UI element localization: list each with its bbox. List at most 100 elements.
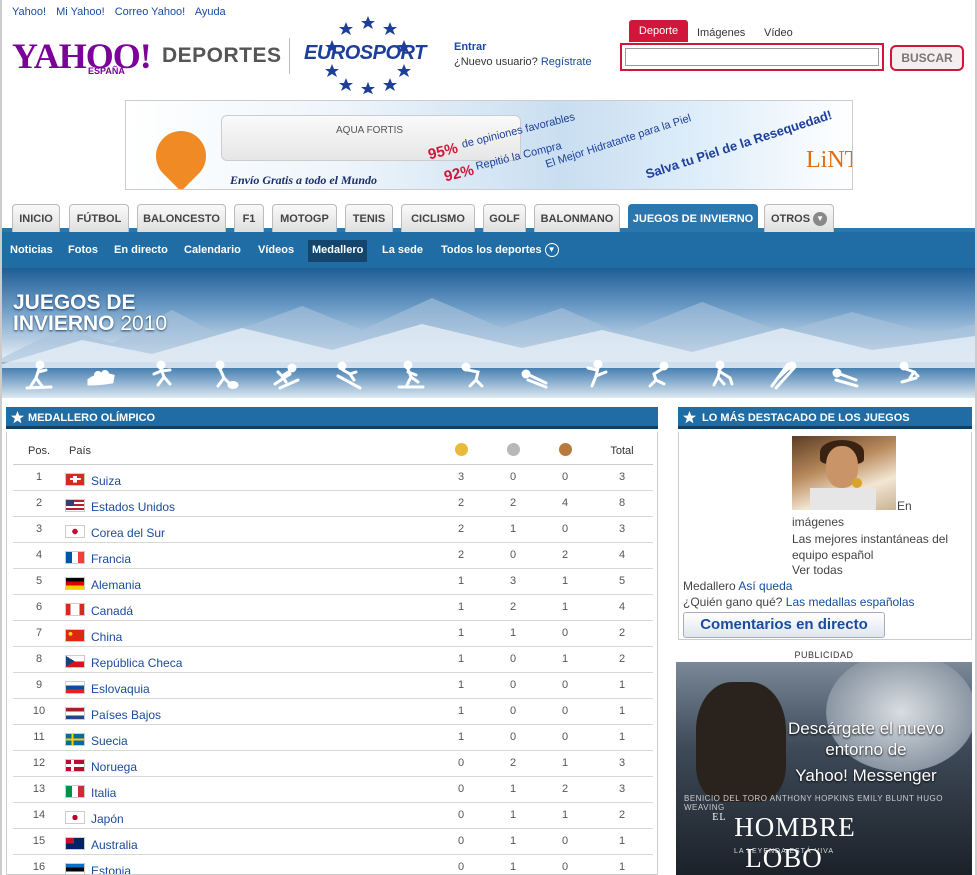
country-link[interactable]: Suiza — [91, 474, 121, 488]
tab-juegos-de-invierno[interactable]: JUEGOS DE INVIERNO — [628, 204, 758, 232]
skeleton-icon[interactable] — [520, 360, 550, 390]
destacado-desc: Las mejores instantáneas del equipo espa… — [792, 532, 949, 562]
cell-total: 2 — [591, 802, 653, 829]
tab-futbol[interactable]: FÚTBOL — [69, 204, 129, 232]
entrar-link[interactable]: Entrar — [454, 41, 486, 53]
cell-total: 3 — [591, 750, 653, 777]
table-row: 14 Japón 0 1 1 2 — [13, 802, 653, 829]
country-link[interactable]: Japón — [91, 812, 124, 826]
subnav-medallero[interactable]: Medallero — [308, 240, 368, 262]
banner-title-line1: JUEGOS DE — [13, 291, 136, 314]
tab-motogp[interactable]: MOTOGP — [272, 204, 337, 232]
cell-oro: 2 — [435, 516, 487, 543]
subnav-noticias[interactable]: Noticias — [10, 240, 53, 262]
country-link[interactable]: Estonia — [91, 864, 131, 875]
country-link[interactable]: Noruega — [91, 760, 137, 774]
nordic-combined-icon[interactable] — [396, 360, 426, 390]
cell-total: 1 — [591, 828, 653, 855]
subnav-videos[interactable]: Vídeos — [258, 240, 294, 262]
subnav-calendario[interactable]: Calendario — [184, 240, 241, 262]
cross-country-icon[interactable] — [148, 360, 178, 390]
cell-plata: 0 — [487, 646, 539, 673]
luge-icon[interactable] — [830, 360, 860, 390]
speed-skating-icon[interactable] — [644, 360, 674, 390]
tab-golf[interactable]: GOLF — [483, 204, 526, 232]
en-imagenes-link[interactable]: imágenes — [792, 515, 844, 529]
cell-bronce: 0 — [539, 698, 591, 725]
link-correo-yahoo[interactable]: Correo Yahoo! — [115, 6, 186, 18]
flag-icon — [65, 524, 85, 538]
search-tab-imagenes[interactable]: Imágenes — [697, 27, 745, 39]
flag-icon — [65, 628, 85, 642]
country-link[interactable]: Eslovaquia — [91, 682, 150, 696]
eurosport-logo[interactable]: EUROSPORT — [304, 42, 426, 65]
hombre-lobo-ad[interactable]: Descárgate el nuevo entorno de Yahoo! Me… — [676, 662, 972, 875]
country-link[interactable]: Australia — [91, 838, 138, 852]
country-link[interactable]: Estados Unidos — [91, 500, 175, 514]
ice-hockey-icon[interactable] — [706, 360, 736, 390]
asi-queda-link[interactable]: Así queda — [738, 579, 792, 593]
country-link[interactable]: Alemania — [91, 578, 141, 592]
ski-jumping-icon[interactable] — [768, 360, 798, 390]
search-tab-deporte[interactable]: Deporte — [629, 20, 688, 42]
flag-icon — [65, 836, 85, 850]
search-button[interactable]: BUSCAR — [890, 45, 964, 71]
cell-total: 1 — [591, 698, 653, 725]
tab-baloncesto[interactable]: BALONCESTO — [137, 204, 226, 232]
cell-pais: Francia — [65, 542, 435, 569]
country-link[interactable]: Suecia — [91, 734, 128, 748]
flag-icon — [65, 654, 85, 668]
curling-icon[interactable] — [210, 360, 240, 390]
cell-bronce: 2 — [539, 776, 591, 803]
country-link[interactable]: Francia — [91, 552, 131, 566]
country-link[interactable]: China — [91, 630, 122, 644]
country-link[interactable]: Italia — [91, 786, 116, 800]
link-yahoo[interactable]: Yahoo! — [12, 6, 46, 18]
country-link[interactable]: Países Bajos — [91, 708, 161, 722]
alpine-skiing-icon[interactable] — [334, 360, 364, 390]
publicidad-label: PUBLICIDAD — [794, 650, 854, 660]
comentarios-en-directo-button[interactable]: Comentarios en directo — [683, 612, 885, 638]
destacado-title: LO MÁS DESTACADO DE LOS JUEGOS — [702, 412, 910, 424]
banner-title: JUEGOS DE INVIERNO 2010 — [13, 292, 167, 334]
search-tab-video[interactable]: Vídeo — [764, 27, 793, 39]
tab-balonmano[interactable]: BALONMANO — [534, 204, 620, 232]
country-link[interactable]: República Checa — [91, 656, 182, 670]
tab-tenis[interactable]: TENIS — [345, 204, 393, 232]
freestyle-icon[interactable] — [272, 360, 302, 390]
medallas-espanolas-link[interactable]: Las medallas españolas — [786, 595, 915, 609]
tab-otros[interactable]: OTROS ▼ — [764, 204, 834, 232]
yahoo-logo[interactable]: YAHOO! — [12, 38, 152, 74]
tab-inicio[interactable]: INICIO — [12, 204, 60, 232]
ad-banner[interactable]: AQUA FORTIS Envío Gratis a todo el Mundo… — [125, 100, 853, 190]
en-imagenes-link-en[interactable]: En — [897, 499, 912, 513]
cell-bronce: 0 — [539, 672, 591, 699]
flag-icon — [65, 472, 85, 486]
tab-f1[interactable]: F1 — [234, 204, 264, 232]
tab-ciclismo[interactable]: CICLISMO — [401, 204, 475, 232]
juegos-banner: JUEGOS DE INVIERNO 2010 — [2, 268, 975, 398]
country-link[interactable]: Corea del Sur — [91, 526, 165, 540]
snowboard-icon[interactable] — [892, 360, 922, 390]
cell-oro: 0 — [435, 828, 487, 855]
cell-pais: Eslovaquia — [65, 672, 435, 699]
ad-brand: AQUA FORTIS — [336, 125, 404, 136]
figure-skating-icon[interactable] — [582, 360, 612, 390]
deportes-logo[interactable]: DEPORTES — [162, 44, 282, 68]
subnav-la-sede[interactable]: La sede — [382, 240, 423, 262]
link-ayuda[interactable]: Ayuda — [195, 6, 226, 18]
subnav-todos-los-deportes[interactable]: Todos los deportes ▼ — [441, 240, 559, 262]
cell-pos: 14 — [13, 802, 65, 829]
subnav-en-directo[interactable]: En directo — [114, 240, 168, 262]
biathlon-icon[interactable] — [24, 360, 54, 390]
table-row: 16 Estonia 0 1 0 1 — [13, 854, 653, 875]
subnav-fotos[interactable]: Fotos — [68, 240, 98, 262]
bobsleigh-icon[interactable] — [86, 360, 116, 390]
athlete-photo[interactable] — [792, 436, 896, 510]
country-link[interactable]: Canadá — [91, 604, 133, 618]
search-input[interactable] — [625, 48, 879, 66]
short-track-icon[interactable] — [458, 360, 488, 390]
ver-todas-link[interactable]: Ver todas — [792, 563, 843, 577]
registrate-link[interactable]: Regístrate — [541, 56, 592, 68]
link-mi-yahoo[interactable]: Mi Yahoo! — [56, 6, 105, 18]
